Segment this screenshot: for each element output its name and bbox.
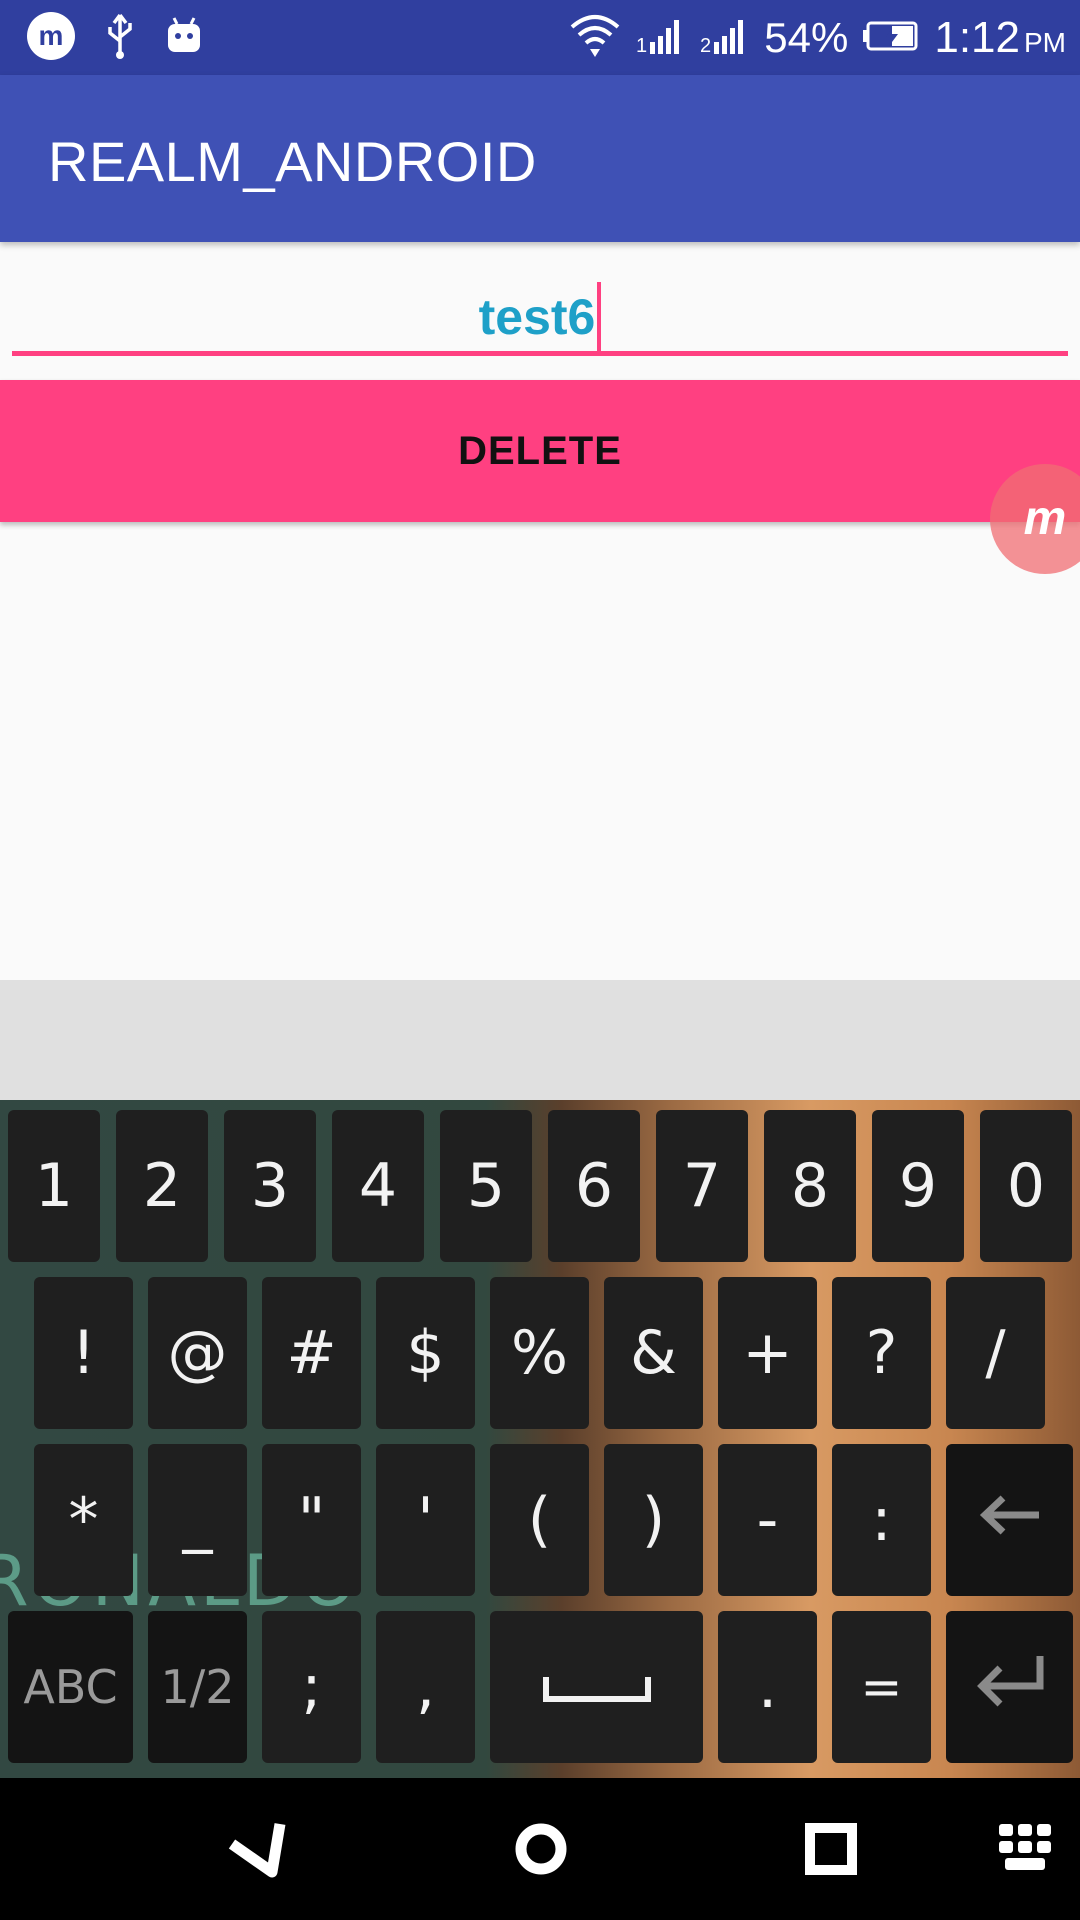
navigation-bar: [0, 1778, 1080, 1920]
backspace-key[interactable]: [946, 1444, 1073, 1596]
backspace-icon: [975, 1485, 1045, 1555]
text-cursor: [597, 282, 602, 352]
keyboard-suggestion-strip: [0, 980, 1080, 1100]
key-colon[interactable]: :: [832, 1444, 931, 1596]
key-period[interactable]: .: [718, 1611, 817, 1763]
key-single-quote[interactable]: ': [376, 1444, 475, 1596]
text-input-container[interactable]: test6: [12, 282, 1068, 352]
app-bar: REALM_ANDROID: [0, 75, 1080, 242]
key-open-paren[interactable]: (: [490, 1444, 589, 1596]
key-6[interactable]: 6: [548, 1110, 640, 1262]
key-0[interactable]: 0: [980, 1110, 1072, 1262]
key-9[interactable]: 9: [872, 1110, 964, 1262]
key-underscore[interactable]: _: [148, 1444, 247, 1596]
delete-button-label: DELETE: [458, 428, 622, 473]
key-page-switch[interactable]: 1/2: [148, 1611, 247, 1763]
key-asterisk[interactable]: *: [34, 1444, 133, 1596]
key-7[interactable]: 7: [656, 1110, 748, 1262]
signal-sim1-icon: 1: [636, 16, 686, 60]
mobizen-icon: m: [26, 11, 76, 65]
key-hyphen[interactable]: -: [718, 1444, 817, 1596]
key-ampersand[interactable]: &: [604, 1277, 703, 1429]
key-2[interactable]: 2: [116, 1110, 208, 1262]
key-double-quote[interactable]: ": [262, 1444, 361, 1596]
key-5[interactable]: 5: [440, 1110, 532, 1262]
svg-text:m: m: [1024, 494, 1067, 544]
space-icon: [542, 1652, 652, 1722]
key-3[interactable]: 3: [224, 1110, 316, 1262]
clock-time: 1:12: [934, 12, 1020, 62]
clock: 1:12 PM: [934, 13, 1066, 63]
key-percent[interactable]: %: [490, 1277, 589, 1429]
keyboard: RONALDO 1 2 3 4 5 6 7 8 9 0 ! @ # $ % & …: [0, 1100, 1080, 1778]
input-underline: [12, 351, 1068, 356]
text-input-value[interactable]: test6: [479, 289, 596, 345]
usb-icon: [102, 11, 138, 65]
signal-sim2-icon: 2: [700, 16, 750, 60]
status-bar: m 1 2 54% 1:12 PM: [0, 0, 1080, 75]
svg-text:2: 2: [700, 35, 711, 56]
key-1[interactable]: 1: [8, 1110, 100, 1262]
key-comma[interactable]: ,: [376, 1611, 475, 1763]
space-key[interactable]: [490, 1611, 703, 1763]
enter-icon: [970, 1650, 1050, 1725]
key-hash[interactable]: #: [262, 1277, 361, 1429]
recents-icon[interactable]: [796, 1814, 866, 1888]
svg-text:1: 1: [636, 35, 647, 56]
enter-key[interactable]: [946, 1611, 1073, 1763]
android-debug-icon: [164, 14, 204, 62]
key-slash[interactable]: /: [946, 1277, 1045, 1429]
clock-ampm: PM: [1024, 26, 1066, 58]
key-8[interactable]: 8: [764, 1110, 856, 1262]
svg-text:m: m: [39, 20, 64, 51]
app-title: REALM_ANDROID: [48, 130, 537, 193]
key-exclamation[interactable]: !: [34, 1277, 133, 1429]
key-plus[interactable]: +: [718, 1277, 817, 1429]
key-at[interactable]: @: [148, 1277, 247, 1429]
back-icon[interactable]: [222, 1814, 292, 1888]
key-question[interactable]: ?: [832, 1277, 931, 1429]
key-close-paren[interactable]: ): [604, 1444, 703, 1596]
key-abc[interactable]: ABC: [8, 1611, 133, 1763]
battery-charging-icon: [862, 20, 920, 56]
battery-percent: 54%: [764, 13, 849, 61]
key-semicolon[interactable]: ;: [262, 1611, 361, 1763]
key-dollar[interactable]: $: [376, 1277, 475, 1429]
key-equals[interactable]: =: [832, 1611, 931, 1763]
wifi-icon: [568, 11, 622, 65]
delete-button[interactable]: DELETE: [0, 380, 1080, 522]
key-4[interactable]: 4: [332, 1110, 424, 1262]
keyboard-switch-icon[interactable]: [995, 1814, 1055, 1888]
text-input-field[interactable]: test6: [12, 270, 1068, 360]
home-icon[interactable]: [506, 1814, 576, 1888]
